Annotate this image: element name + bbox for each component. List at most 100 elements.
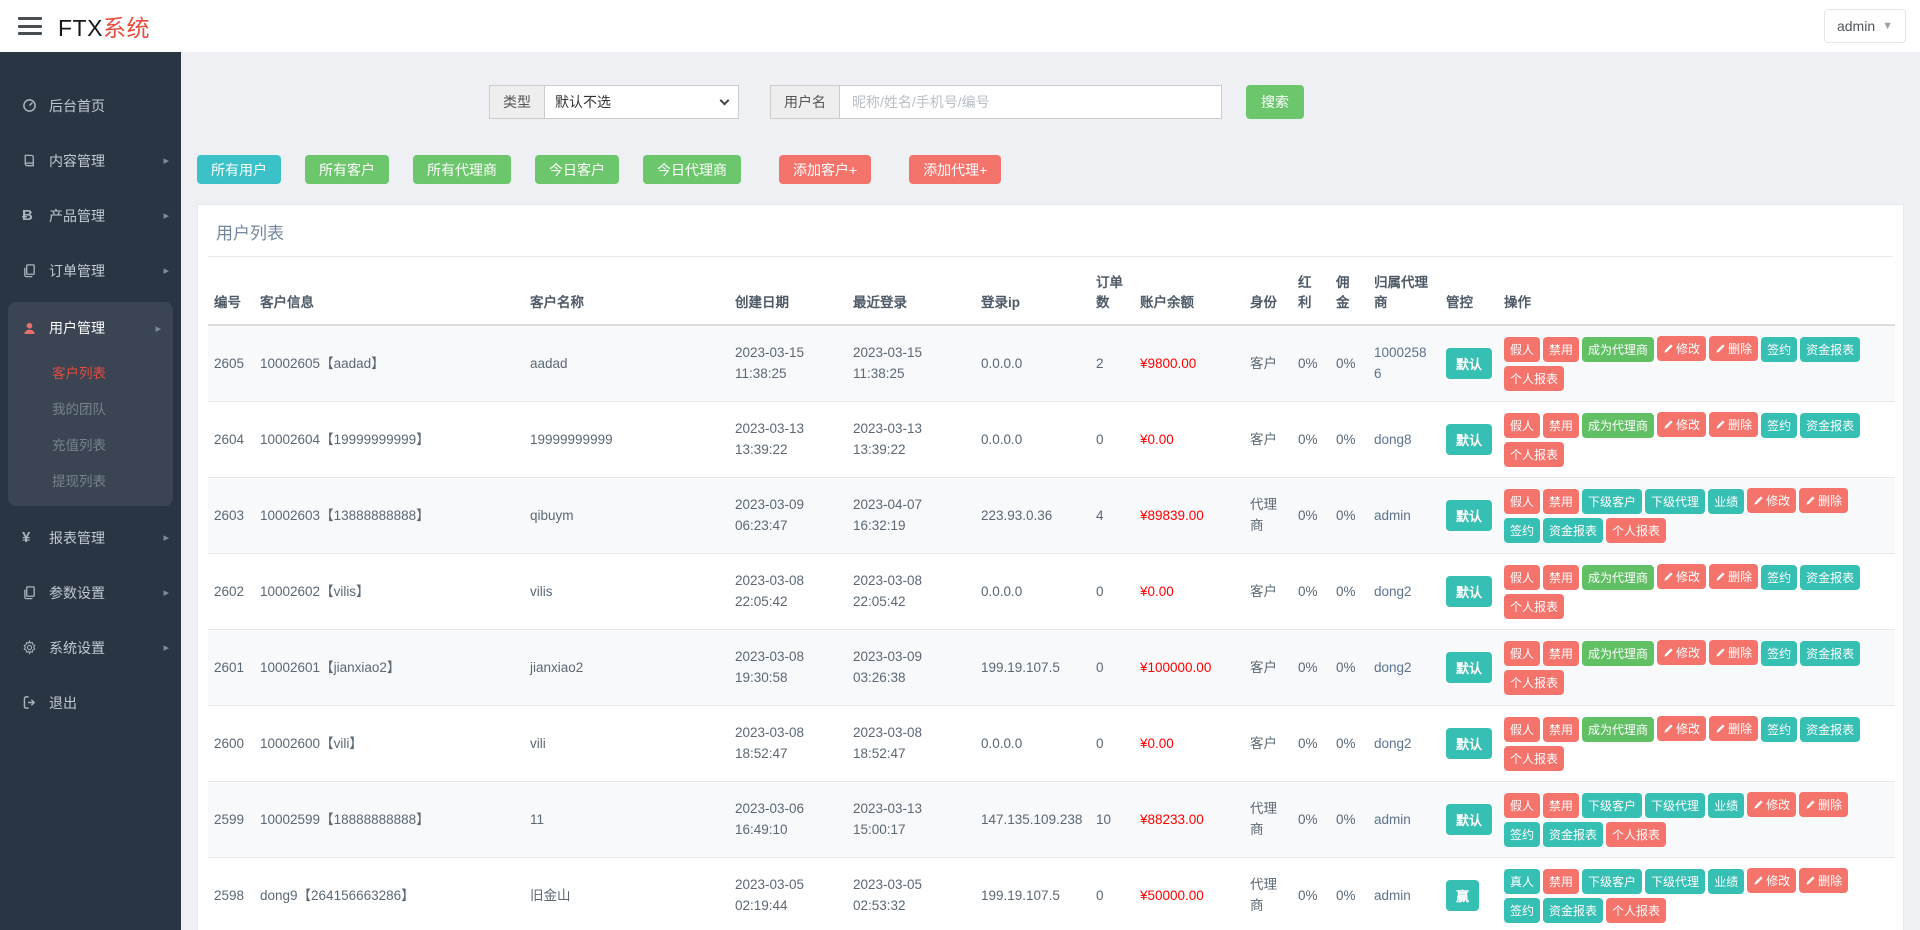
fake-user-button[interactable]: 假人: [1504, 793, 1541, 819]
delete-button[interactable]: 删除: [1709, 640, 1759, 666]
performance-button[interactable]: 业绩: [1708, 869, 1745, 895]
sidebar-subitem-my-team[interactable]: 我的团队: [8, 390, 173, 426]
sign-button[interactable]: 签约: [1761, 413, 1798, 439]
sign-button[interactable]: 签约: [1761, 641, 1798, 667]
sub-agents-button[interactable]: 下级代理: [1645, 869, 1706, 895]
delete-button[interactable]: 删除: [1799, 868, 1849, 894]
edit-button[interactable]: 修改: [1657, 564, 1707, 590]
become-agent-button[interactable]: 成为代理商: [1582, 413, 1655, 439]
edit-button[interactable]: 修改: [1747, 488, 1797, 514]
delete-button[interactable]: 删除: [1799, 792, 1849, 818]
delete-button[interactable]: 删除: [1799, 488, 1849, 514]
personal-report-button[interactable]: 个人报表: [1504, 746, 1565, 772]
control-default-button[interactable]: 默认: [1446, 576, 1492, 608]
become-agent-button[interactable]: 成为代理商: [1582, 717, 1655, 743]
all-agents-button[interactable]: 所有代理商: [413, 155, 511, 184]
all-customers-button[interactable]: 所有客户: [305, 155, 389, 184]
agent-link[interactable]: dong8: [1374, 432, 1412, 447]
become-agent-button[interactable]: 成为代理商: [1582, 641, 1655, 667]
sign-button[interactable]: 签约: [1761, 337, 1798, 363]
delete-button[interactable]: 删除: [1709, 716, 1759, 742]
disable-button[interactable]: 禁用: [1543, 413, 1580, 439]
fund-report-button[interactable]: 资金报表: [1800, 565, 1861, 591]
fund-report-button[interactable]: 资金报表: [1800, 337, 1861, 363]
add-customer-button[interactable]: 添加客户+: [779, 155, 872, 184]
disable-button[interactable]: 禁用: [1543, 717, 1580, 743]
control-default-button[interactable]: 默认: [1446, 424, 1492, 456]
fund-report-button[interactable]: 资金报表: [1543, 822, 1604, 848]
sub-customers-button[interactable]: 下级客户: [1582, 793, 1643, 819]
edit-button[interactable]: 修改: [1747, 792, 1797, 818]
sign-button[interactable]: 签约: [1504, 898, 1541, 924]
delete-button[interactable]: 删除: [1709, 564, 1759, 590]
sub-agents-button[interactable]: 下级代理: [1645, 489, 1706, 515]
today-agents-button[interactable]: 今日代理商: [643, 155, 741, 184]
personal-report-button[interactable]: 个人报表: [1504, 670, 1565, 696]
control-default-button[interactable]: 默认: [1446, 728, 1492, 760]
disable-button[interactable]: 禁用: [1543, 793, 1580, 819]
sidebar-item-product[interactable]: Ƀ 产品管理 ▸: [0, 188, 181, 243]
agent-link[interactable]: admin: [1374, 888, 1411, 903]
performance-button[interactable]: 业绩: [1708, 489, 1745, 515]
fund-report-button[interactable]: 资金报表: [1543, 898, 1604, 924]
sidebar-item-logout[interactable]: 退出: [0, 675, 181, 730]
username-input[interactable]: [839, 85, 1222, 119]
disable-button[interactable]: 禁用: [1543, 869, 1580, 895]
edit-button[interactable]: 修改: [1657, 336, 1707, 362]
add-agent-button[interactable]: 添加代理+: [909, 155, 1002, 184]
edit-button[interactable]: 修改: [1657, 412, 1707, 438]
fund-report-button[interactable]: 资金报表: [1800, 413, 1861, 439]
agent-link[interactable]: dong2: [1374, 660, 1412, 675]
become-agent-button[interactable]: 成为代理商: [1582, 565, 1655, 591]
disable-button[interactable]: 禁用: [1543, 565, 1580, 591]
disable-button[interactable]: 禁用: [1543, 641, 1580, 667]
sub-customers-button[interactable]: 下级客户: [1582, 869, 1643, 895]
personal-report-button[interactable]: 个人报表: [1504, 442, 1565, 468]
fake-user-button[interactable]: 假人: [1504, 717, 1541, 743]
sidebar-subitem-customer-list[interactable]: 客户列表: [8, 354, 173, 390]
type-select[interactable]: 默认不选: [544, 85, 739, 119]
sign-button[interactable]: 签约: [1761, 717, 1798, 743]
agent-link[interactable]: dong2: [1374, 584, 1412, 599]
user-menu-button[interactable]: admin ▼: [1823, 9, 1906, 43]
search-button[interactable]: 搜索: [1246, 85, 1304, 119]
all-users-button[interactable]: 所有用户: [197, 155, 281, 184]
sidebar-item-params[interactable]: 参数设置 ▸: [0, 565, 181, 620]
edit-button[interactable]: 修改: [1747, 868, 1797, 894]
edit-button[interactable]: 修改: [1657, 640, 1707, 666]
edit-button[interactable]: 修改: [1657, 716, 1707, 742]
personal-report-button[interactable]: 个人报表: [1606, 898, 1667, 924]
disable-button[interactable]: 禁用: [1543, 337, 1580, 363]
sidebar-item-home[interactable]: 后台首页: [0, 78, 181, 133]
today-customers-button[interactable]: 今日客户: [535, 155, 619, 184]
control-win-button[interactable]: 赢: [1446, 880, 1480, 912]
sub-customers-button[interactable]: 下级客户: [1582, 489, 1643, 515]
sidebar-item-content[interactable]: 内容管理 ▸: [0, 133, 181, 188]
personal-report-button[interactable]: 个人报表: [1504, 366, 1565, 392]
performance-button[interactable]: 业绩: [1708, 793, 1745, 819]
fake-user-button[interactable]: 假人: [1504, 565, 1541, 591]
sign-button[interactable]: 签约: [1504, 518, 1541, 544]
fund-report-button[interactable]: 资金报表: [1543, 518, 1604, 544]
fake-user-button[interactable]: 假人: [1504, 413, 1541, 439]
control-default-button[interactable]: 默认: [1446, 804, 1492, 836]
fund-report-button[interactable]: 资金报表: [1800, 641, 1861, 667]
agent-link[interactable]: dong2: [1374, 736, 1412, 751]
sidebar-subitem-recharge-list[interactable]: 充值列表: [8, 426, 173, 462]
control-default-button[interactable]: 默认: [1446, 500, 1492, 532]
fake-user-button[interactable]: 假人: [1504, 641, 1541, 667]
agent-link[interactable]: 10002586: [1374, 345, 1427, 380]
sidebar-subitem-withdraw-list[interactable]: 提现列表: [8, 462, 173, 498]
delete-button[interactable]: 删除: [1709, 412, 1759, 438]
become-agent-button[interactable]: 成为代理商: [1582, 337, 1655, 363]
control-default-button[interactable]: 默认: [1446, 652, 1492, 684]
delete-button[interactable]: 删除: [1709, 336, 1759, 362]
sign-button[interactable]: 签约: [1761, 565, 1798, 591]
personal-report-button[interactable]: 个人报表: [1606, 822, 1667, 848]
disable-button[interactable]: 禁用: [1543, 489, 1580, 515]
personal-report-button[interactable]: 个人报表: [1504, 594, 1565, 620]
fund-report-button[interactable]: 资金报表: [1800, 717, 1861, 743]
fake-user-button[interactable]: 假人: [1504, 489, 1541, 515]
personal-report-button[interactable]: 个人报表: [1606, 518, 1667, 544]
sidebar-item-report[interactable]: ¥ 报表管理 ▸: [0, 510, 181, 565]
